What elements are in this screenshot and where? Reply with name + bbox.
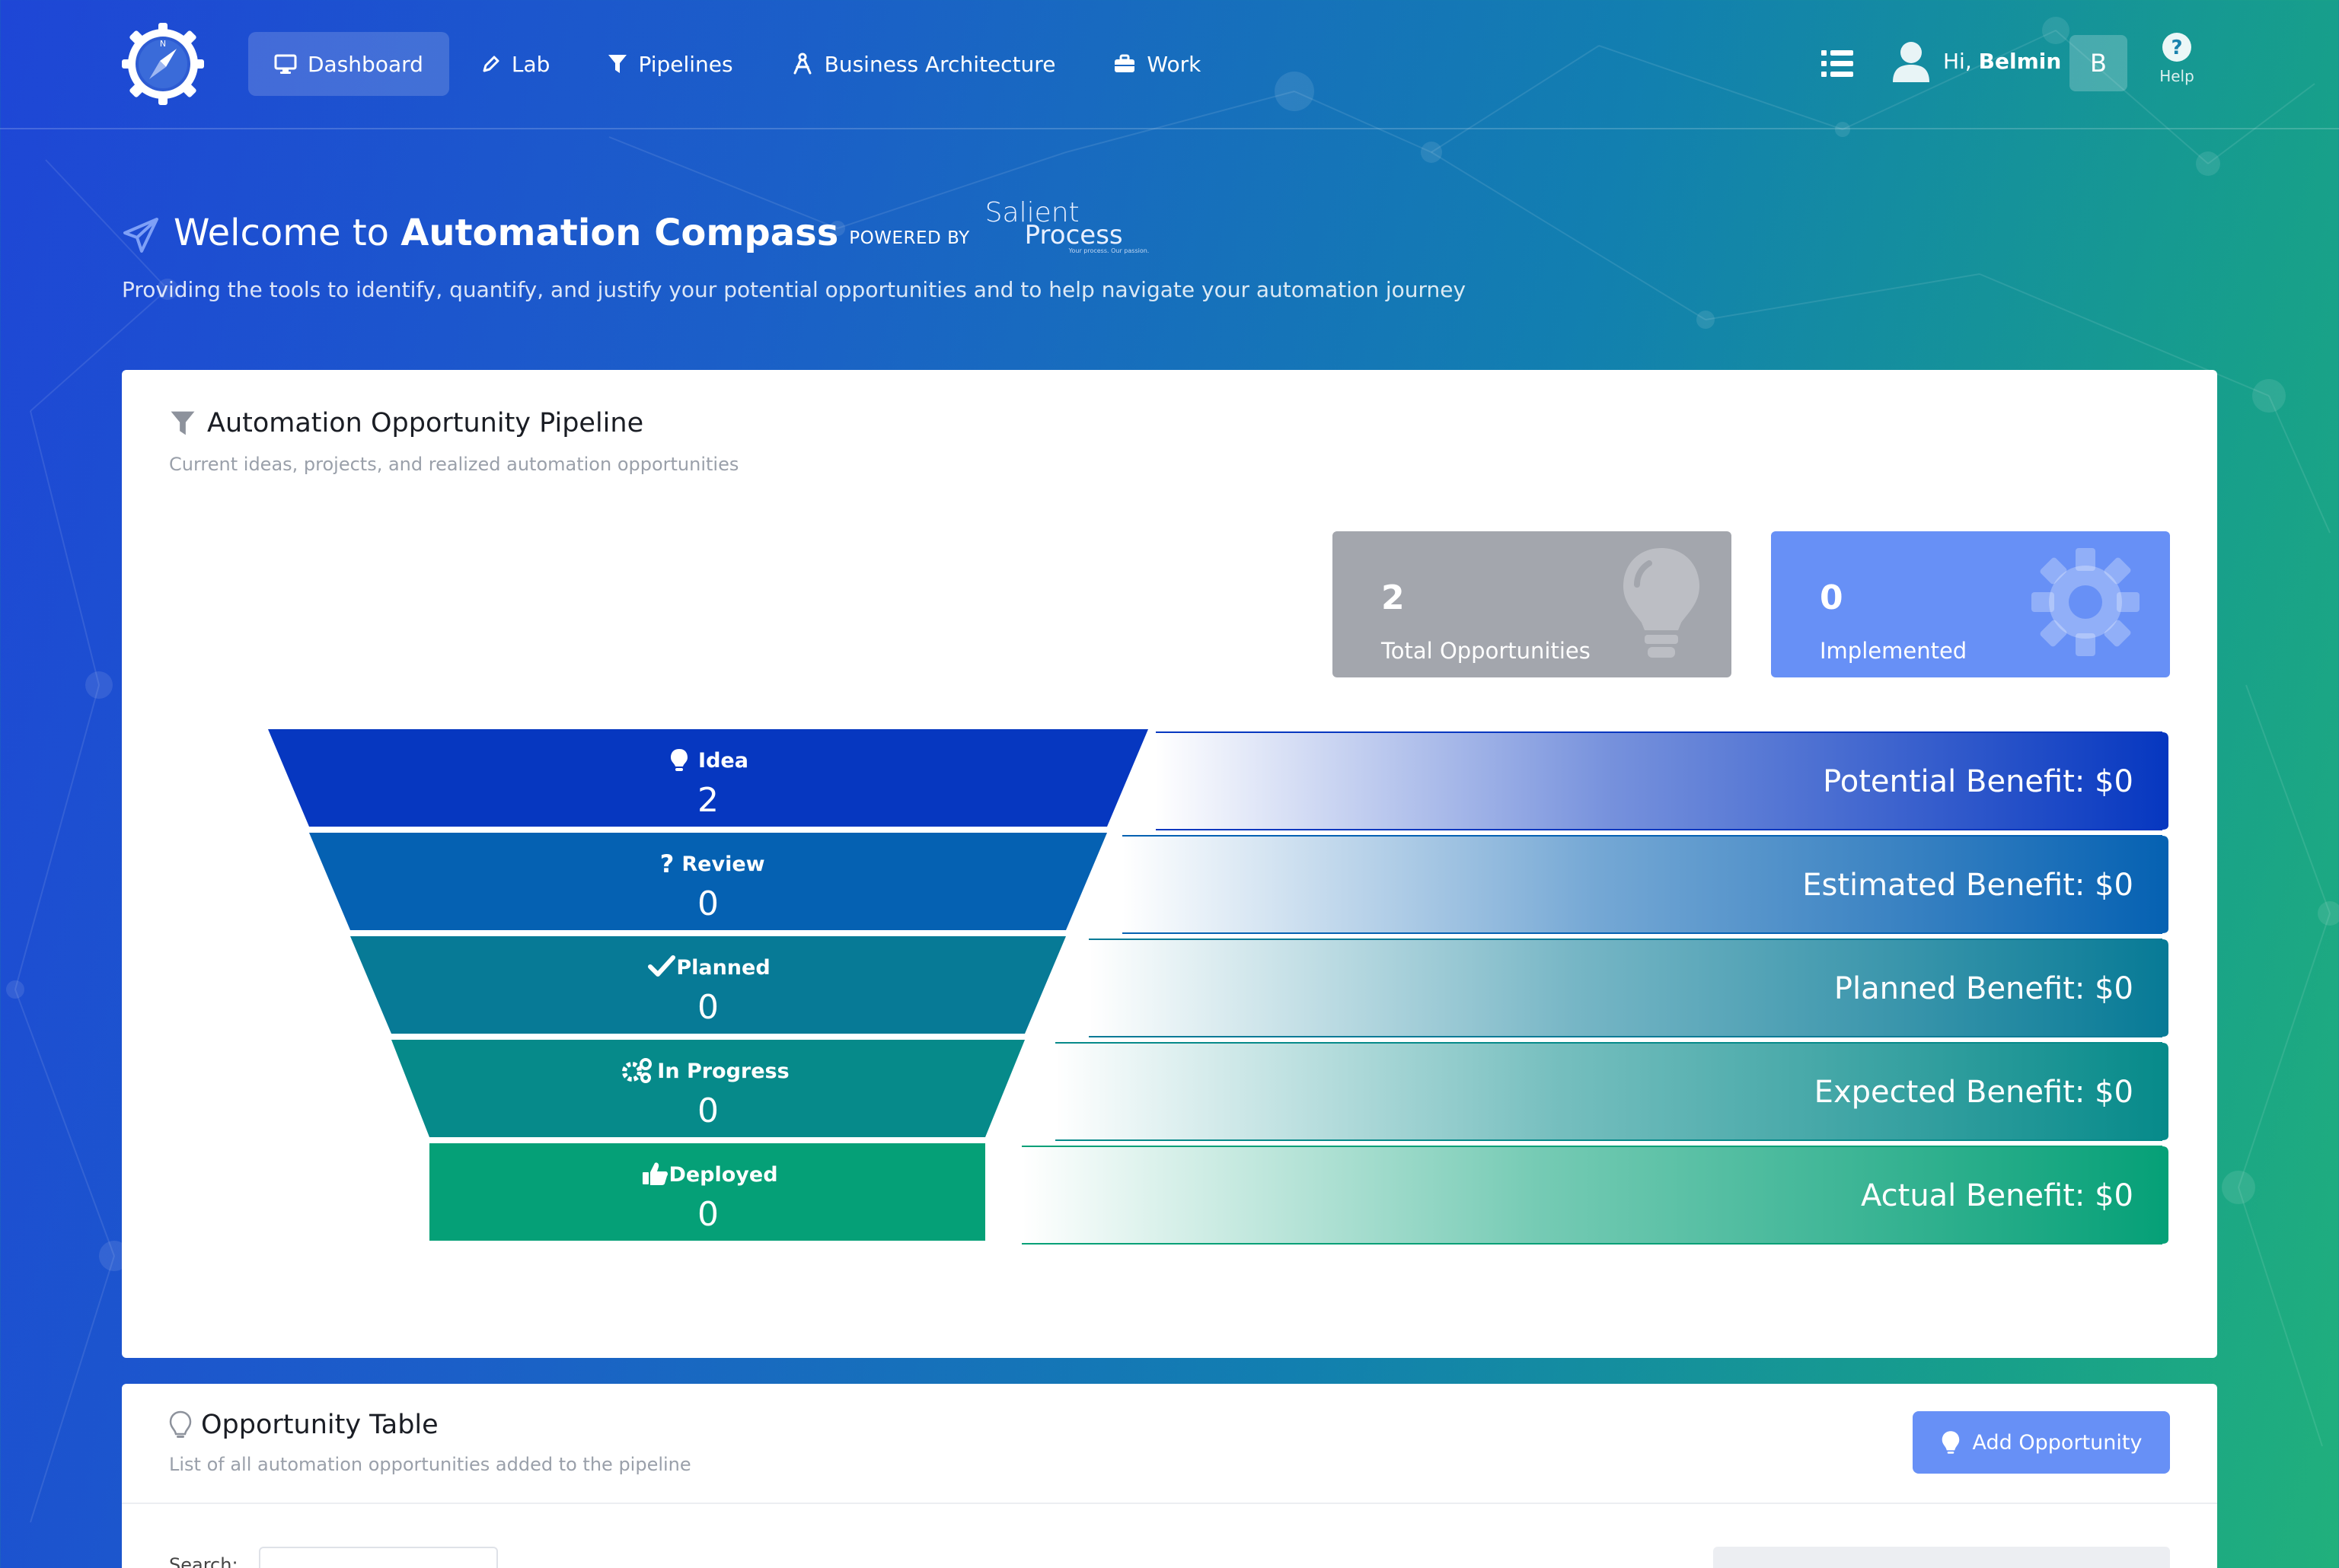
paper-plane-icon [123, 218, 158, 253]
svg-text:?: ? [660, 849, 675, 878]
add-opportunity-button[interactable]: Add Opportunity [1913, 1411, 2170, 1474]
briefcase-icon [1115, 54, 1135, 72]
partner-line2: Process [1024, 220, 1123, 250]
nav-work-label: Work [1147, 51, 1201, 77]
benefit-value: Expected Benefit: $0 [1814, 1075, 2133, 1110]
lightbulb-outline-icon [169, 1410, 192, 1438]
funnel-stage-label: Deployed [669, 1163, 777, 1187]
partner-tagline: Your process. Our passion. [1068, 247, 1150, 254]
user-name: Belmin [1978, 49, 2062, 74]
nav-lab-label: Lab [511, 51, 550, 77]
user-greeting[interactable]: Hi, Belmin [1943, 49, 2061, 74]
page-title: Welcome to Automation Compass [174, 210, 838, 256]
pen-icon [483, 56, 499, 72]
benefit-value: Potential Benefit: $0 [1823, 764, 2133, 799]
help-button[interactable]: ? Help [2152, 32, 2202, 85]
question-circle-icon: ? [2162, 33, 2191, 62]
svg-text:?: ? [2171, 37, 2182, 59]
nav-dashboard-label: Dashboard [308, 51, 423, 77]
funnel-stage-label: In Progress [657, 1060, 789, 1083]
compass-drafting-icon [793, 53, 812, 75]
funnel-stage-count: 0 [697, 1092, 719, 1130]
monitor-icon [274, 54, 297, 74]
pipeline-card: Automation Opportunity Pipeline Current … [122, 370, 2217, 1358]
help-label: Help [2159, 67, 2194, 85]
add-opportunity-label: Add Opportunity [1972, 1430, 2143, 1455]
search-label: Search: [169, 1554, 238, 1568]
question-icon: ? [660, 849, 675, 878]
top-navigation: N Dashboard Lab Pipelines Business Archi… [0, 0, 2339, 129]
title-prefix: Welcome to [174, 212, 390, 254]
benefit-value: Actual Benefit: $0 [1861, 1178, 2133, 1213]
opportunity-table-title: Opportunity Table [169, 1410, 439, 1440]
table-control[interactable] [1713, 1547, 2170, 1568]
funnel-stage-label: Planned [676, 956, 770, 980]
search-input[interactable] [259, 1547, 498, 1568]
opportunity-table-card: Opportunity Table List of all automation… [122, 1384, 2217, 1568]
funnel-stage-label: Idea [698, 749, 748, 773]
funnel-icon [608, 55, 627, 73]
svg-text:N: N [160, 39, 166, 49]
welcome-header: Welcome to Automation Compass POWERED BY… [122, 199, 1149, 256]
nav-business-architecture-label: Business Architecture [824, 51, 1056, 77]
card-divider [122, 1503, 2217, 1504]
powered-by-label: POWERED BY [849, 228, 970, 248]
salient-process-logo: Salient Process Your process. Our passio… [985, 199, 1150, 254]
nav-work[interactable]: Work [1087, 32, 1227, 96]
list-menu-icon[interactable] [1821, 49, 1855, 79]
nav-lab[interactable]: Lab [455, 32, 576, 96]
page-subtitle: Providing the tools to identify, quantif… [122, 277, 1466, 302]
benefit-value: Estimated Benefit: $0 [1802, 868, 2133, 903]
user-icon[interactable] [1891, 40, 1931, 84]
avatar[interactable]: B [2069, 35, 2127, 91]
funnel-stage-count: 2 [697, 781, 719, 820]
opportunity-table-title-text: Opportunity Table [201, 1410, 439, 1440]
main-nav: Dashboard Lab Pipelines Business Archite… [248, 32, 1233, 96]
pipeline-funnel: Idea 2 Potential Benefit: $0 Review? 0 Estima… [268, 729, 2168, 1245]
nav-pipelines[interactable]: Pipelines [582, 32, 758, 96]
funnel-stage-count: 0 [697, 884, 719, 923]
funnel-stage-count: 0 [697, 988, 719, 1027]
opportunity-table-subtitle: List of all automation opportunities add… [169, 1454, 691, 1475]
greeting-prefix: Hi, [1943, 49, 1972, 74]
funnel-stage-header: Idea [671, 749, 748, 773]
nav-pipelines-label: Pipelines [638, 51, 733, 77]
nav-dashboard[interactable]: Dashboard [248, 32, 449, 96]
nav-business-architecture[interactable]: Business Architecture [765, 32, 1082, 96]
funnel-stage-label: Review [681, 853, 764, 876]
title-brand: Automation Compass [400, 212, 839, 254]
funnel-stage-count: 0 [697, 1195, 719, 1234]
benefit-value: Planned Benefit: $0 [1834, 971, 2133, 1006]
lightbulb-icon [1942, 1431, 1959, 1454]
compass-logo-icon[interactable]: N [120, 21, 206, 107]
